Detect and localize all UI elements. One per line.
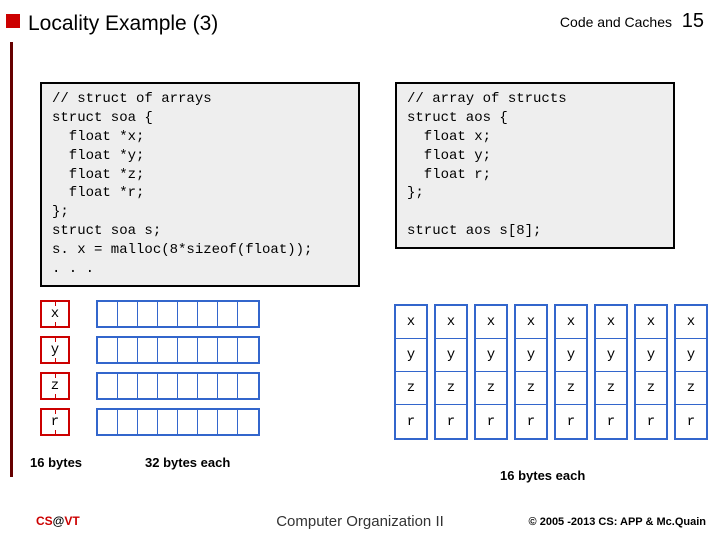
aos-col: xyzr — [634, 304, 668, 440]
page-number: 15 — [682, 10, 704, 33]
ptr-label: x — [49, 306, 61, 322]
page-title: Locality Example (3) — [28, 12, 218, 36]
footer-right: © 2005 -2013 CS: APP & Mc.Quain — [529, 516, 706, 528]
label-16-bytes-each: 16 bytes each — [500, 468, 585, 483]
code-box-soa: // struct of arrays struct soa { float *… — [40, 82, 360, 287]
soa-cells — [96, 336, 260, 364]
aos-cell: y — [396, 339, 426, 372]
aos-col: xyzr — [554, 304, 588, 440]
aos-cell: r — [676, 405, 706, 438]
ptr-box: z — [40, 372, 70, 400]
aos-cell: r — [516, 405, 546, 438]
aos-cell: y — [476, 339, 506, 372]
soa-row: x — [40, 300, 260, 328]
soa-row: r — [40, 408, 260, 436]
aos-cell: z — [436, 372, 466, 405]
aos-cell: y — [676, 339, 706, 372]
aos-cell: x — [556, 306, 586, 339]
aos-cell: z — [396, 372, 426, 405]
label-32-bytes: 32 bytes each — [145, 455, 230, 470]
aos-cell: x — [436, 306, 466, 339]
aos-cell: r — [436, 405, 466, 438]
ptr-box: r — [40, 408, 70, 436]
aos-cell: x — [596, 306, 626, 339]
section-label: Code and Caches — [560, 14, 672, 30]
aos-col: xyzr — [674, 304, 708, 440]
ptr-label: y — [49, 342, 61, 358]
aos-diagram: xyzr xyzr xyzr xyzr xyzr xyzr xyzr xyzr — [394, 304, 708, 440]
soa-cells — [96, 372, 260, 400]
soa-cells — [96, 408, 260, 436]
label-16-bytes: 16 bytes — [30, 455, 82, 470]
aos-col: xyzr — [594, 304, 628, 440]
aos-cell: z — [556, 372, 586, 405]
aos-col: xyzr — [514, 304, 548, 440]
ptr-label: z — [49, 378, 61, 394]
aos-cell: y — [556, 339, 586, 372]
aos-cell: x — [476, 306, 506, 339]
ptr-box: x — [40, 300, 70, 328]
soa-row: y — [40, 336, 260, 364]
aos-cell: x — [636, 306, 666, 339]
ptr-label: r — [49, 414, 61, 430]
aos-cell: y — [516, 339, 546, 372]
aos-col: xyzr — [434, 304, 468, 440]
soa-diagram: x y z r — [40, 300, 260, 444]
aos-cell: y — [596, 339, 626, 372]
aos-col: xyzr — [394, 304, 428, 440]
aos-cell: x — [516, 306, 546, 339]
aos-cell: z — [636, 372, 666, 405]
accent-square — [6, 14, 20, 28]
aos-cell: z — [476, 372, 506, 405]
soa-row: z — [40, 372, 260, 400]
aos-cell: r — [596, 405, 626, 438]
soa-cells — [96, 300, 260, 328]
aos-cell: r — [556, 405, 586, 438]
aos-col: xyzr — [474, 304, 508, 440]
aos-cell: x — [396, 306, 426, 339]
aos-cell: x — [676, 306, 706, 339]
aos-cell: z — [676, 372, 706, 405]
ptr-box: y — [40, 336, 70, 364]
aos-cell: r — [476, 405, 506, 438]
aos-cell: r — [396, 405, 426, 438]
aos-cell: z — [516, 372, 546, 405]
aos-cell: r — [636, 405, 666, 438]
aos-cell: y — [636, 339, 666, 372]
code-box-aos: // array of structs struct aos { float x… — [395, 82, 675, 249]
aos-cell: y — [436, 339, 466, 372]
aos-cell: z — [596, 372, 626, 405]
vertical-divider — [10, 42, 13, 477]
